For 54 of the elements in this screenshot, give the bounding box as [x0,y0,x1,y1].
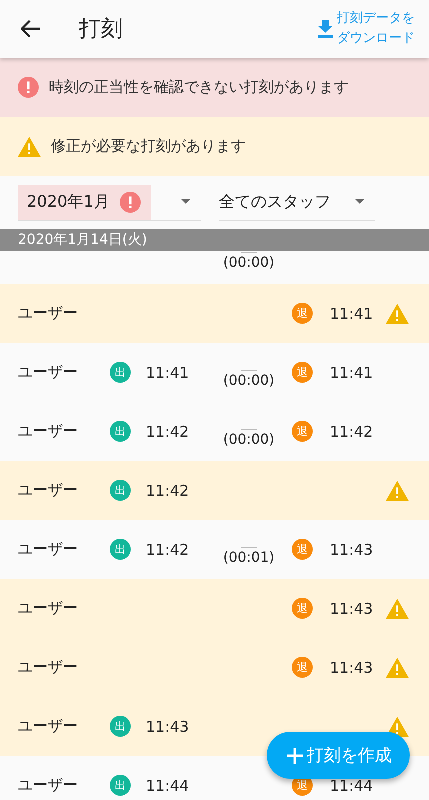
user-name: ユーザー [18,304,79,323]
clock-out-time: 11:42 [330,422,374,440]
banner-text: 修正が必要な打刻があります [51,137,246,156]
duration-text: (00:00) [223,373,275,389]
clock-in-badge: 出 [110,539,131,560]
clock-out-time: 11:43 [330,658,374,676]
clock-in-badge: 出 [110,362,131,383]
clock-out-badge: 退 [292,362,313,383]
plus-icon [287,748,303,764]
user-name: ユーザー [18,658,79,677]
staff-value: 全てのスタッフ [219,191,332,213]
back-arrow-icon [21,20,41,38]
user-name: ユーザー [18,776,79,795]
date-header: 2020年1月14日(火) [0,229,429,251]
user-name: ユーザー [18,422,79,441]
clock-out-time: 11:41 [330,304,374,322]
user-name: ユーザー [18,540,79,559]
clock-in-badge: 出 [110,716,131,737]
download-icon [318,20,333,38]
duration-text: (00:01) [223,550,275,566]
month-text: 2020年1月 [27,192,110,213]
banner-text: 時刻の正当性を確認できない打刻があります [49,78,349,97]
clock-in-time: 11:42 [146,540,190,558]
error-icon [120,192,141,213]
clock-in-badge: 出 [110,421,131,442]
user-name: ユーザー [18,599,79,618]
clock-in-badge: 出 [110,775,131,796]
user-name: ユーザー [18,481,79,500]
duration-text: (00:00) [223,255,275,271]
clock-in-time: 11:44 [146,776,190,794]
dropdown-caret-icon [181,199,191,204]
clock-out-badge: 退 [292,539,313,560]
user-name: ユーザー [18,717,79,736]
clock-in-time: 11:42 [146,482,190,500]
clock-out-badge: 退 [292,303,313,324]
dropdown-caret-icon [355,199,365,204]
staff-select[interactable]: 全てのスタッフ [219,185,375,221]
clock-out-time: 11:43 [330,540,374,558]
clock-out-badge: 退 [292,598,313,619]
clock-in-badge: 出 [110,480,131,501]
clock-in-time: 11:42 [146,422,190,440]
user-name: ユーザー [18,363,79,382]
duration-text: (00:00) [223,432,275,448]
screen-title: 打刻 [79,16,124,44]
clock-out-badge: 退 [292,657,313,678]
clock-in-time: 11:41 [146,364,190,382]
clock-out-badge: 退 [292,421,313,442]
clock-out-time: 11:44 [330,776,374,794]
warning-icon [18,136,41,156]
error-icon [18,77,39,98]
clock-in-time: 11:43 [146,718,190,736]
month-select[interactable]: 2020年1月 [18,185,201,221]
clock-out-time: 11:43 [330,600,374,618]
clock-out-time: 11:41 [330,364,374,382]
